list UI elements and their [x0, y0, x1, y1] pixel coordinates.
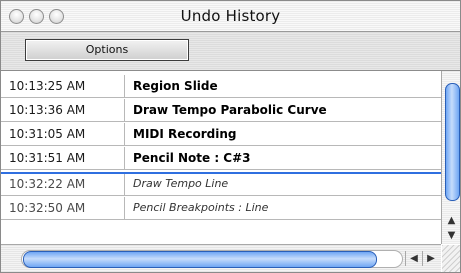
horizontal-scroll-thumb[interactable] — [23, 251, 377, 268]
vertical-scrollbar[interactable]: ▲ ▼ — [441, 71, 460, 244]
history-action: Draw Tempo Parabolic Curve — [133, 103, 327, 117]
history-action: Region Slide — [133, 79, 218, 93]
history-action: MIDI Recording — [133, 127, 237, 141]
history-row[interactable]: 10:13:25 AM Region Slide — [1, 75, 441, 98]
history-time: 10:13:36 AM — [1, 99, 125, 121]
history-row[interactable]: 10:32:22 AM Draw Tempo Line — [1, 173, 441, 196]
window-title: Undo History — [180, 7, 281, 25]
history-action: Pencil Breakpoints : Line — [133, 201, 269, 214]
history-time: 10:31:05 AM — [1, 123, 125, 145]
scroll-left-arrow-icon[interactable]: ◀ — [405, 251, 422, 266]
scroll-up-arrow-icon[interactable]: ▲ — [443, 214, 460, 228]
scroll-right-arrow-icon[interactable]: ▶ — [422, 251, 439, 266]
scroll-down-arrow-icon[interactable]: ▼ — [443, 229, 460, 243]
history-row[interactable]: 10:31:05 AM MIDI Recording — [1, 123, 441, 146]
history-row[interactable]: 10:31:51 AM Pencil Note : C#3 — [1, 147, 441, 170]
toolbar: Options — [1, 32, 460, 71]
resize-grip-icon[interactable] — [442, 245, 460, 272]
undo-history-list: 10:13:25 AM Region Slide 10:13:36 AM Dra… — [1, 75, 441, 240]
history-row[interactable]: 10:13:36 AM Draw Tempo Parabolic Curve — [1, 99, 441, 122]
history-time: 10:32:50 AM — [1, 197, 125, 219]
history-action: Draw Tempo Line — [133, 177, 229, 190]
history-row[interactable]: 10:32:50 AM Pencil Breakpoints : Line — [1, 197, 441, 220]
undo-position-marker — [1, 172, 441, 174]
options-button[interactable]: Options — [25, 39, 189, 61]
history-time: 10:32:22 AM — [1, 173, 125, 195]
history-time: 10:13:25 AM — [1, 75, 125, 97]
vertical-scroll-thumb[interactable] — [445, 83, 460, 201]
title-bar[interactable]: Undo History — [1, 1, 460, 32]
history-time: 10:31:51 AM — [1, 147, 125, 169]
history-action: Pencil Note : C#3 — [133, 151, 251, 165]
undo-history-window: Undo History Options 10:13:25 AM Region … — [0, 0, 461, 273]
horizontal-scrollbar[interactable]: ◀ ▶ — [1, 244, 441, 272]
